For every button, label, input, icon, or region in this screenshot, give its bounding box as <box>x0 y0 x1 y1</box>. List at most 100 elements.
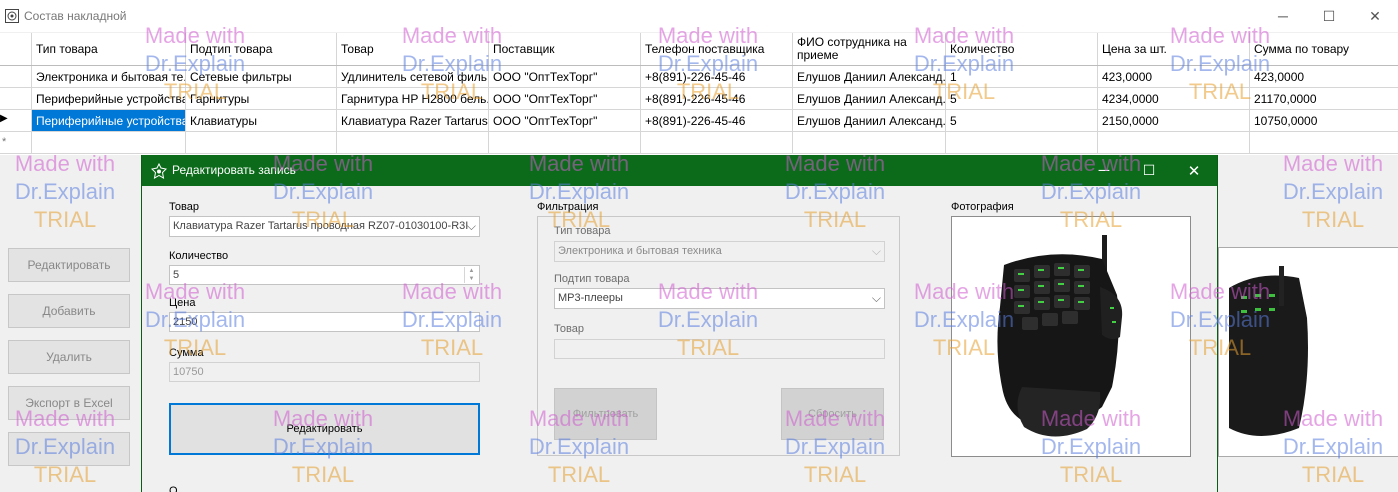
table-cell[interactable]: Клавиатуры <box>186 110 337 131</box>
column-header[interactable]: Подтип товара <box>186 33 337 65</box>
table-cell[interactable] <box>1098 132 1250 153</box>
filter-product-field[interactable] <box>554 339 885 359</box>
table-row-selected[interactable]: ▶ Периферийные устройства Клавиатуры Кла… <box>0 110 1398 132</box>
product-value: Клавиатура Razer Tartarus проводная RZ07… <box>173 220 469 232</box>
apply-filter-button[interactable]: Фильтровать <box>554 388 657 440</box>
table-cell[interactable] <box>1250 132 1398 153</box>
chevron-down-icon[interactable]: ⌵ <box>872 291 881 306</box>
table-cell[interactable]: Гарнитура HP H2800 бель... <box>337 88 489 109</box>
table-cell[interactable]: 1 <box>946 66 1098 87</box>
table-cell[interactable]: 5 <box>946 88 1098 109</box>
table-cell[interactable]: 4234,0000 <box>1098 88 1250 109</box>
table-cell[interactable] <box>337 132 489 153</box>
new-row[interactable]: * <box>0 132 1398 154</box>
table-cell[interactable] <box>946 132 1098 153</box>
table-cell[interactable]: +8(891)-226-45-46 <box>641 88 793 109</box>
table-cell[interactable]: 2150,0000 <box>1098 110 1250 131</box>
column-header[interactable]: Телефон поставщика <box>641 33 793 65</box>
spin-arrows-icon[interactable]: ▲ ▼ <box>464 267 478 283</box>
price-value: 2150 <box>173 316 198 328</box>
minimize-icon[interactable]: ─ <box>1260 0 1306 32</box>
column-header[interactable]: Количество <box>946 33 1098 65</box>
chevron-down-icon[interactable]: ⌵ <box>872 244 881 259</box>
table-cell[interactable] <box>793 132 946 153</box>
table-cell[interactable]: 21170,0000 <box>1250 88 1398 109</box>
bottom-label: О <box>169 485 178 492</box>
price-label: Цена <box>169 297 196 309</box>
row-header-corner <box>0 33 32 65</box>
table-cell[interactable]: ООО "ОптТехТорг" <box>489 66 641 87</box>
minimize-icon[interactable]: ─ <box>1081 155 1127 186</box>
column-header[interactable]: Товар <box>337 33 489 65</box>
table-cell[interactable]: Клавиатура Razer Tartarus ... <box>337 110 489 131</box>
table-row[interactable]: Периферийные устройства Гарнитуры Гарнит… <box>0 88 1398 110</box>
quantity-stepper[interactable]: 5 ▲ ▼ <box>169 265 480 285</box>
table-cell[interactable] <box>186 132 337 153</box>
edit-record-dialog[interactable]: Редактировать запись ─ ☐ ✕ Товар Клавиат… <box>141 155 1218 492</box>
sum-value: 10750 <box>173 366 204 378</box>
table-cell[interactable]: Елушов Даниил Александ... <box>793 88 946 109</box>
table-cell[interactable]: ООО "ОптТехТорг" <box>489 110 641 131</box>
table-cell[interactable] <box>641 132 793 153</box>
maximize-icon[interactable]: ☐ <box>1306 0 1352 32</box>
export-excel-button[interactable]: Экспорт в Excel <box>8 386 130 420</box>
reset-filter-button[interactable]: Сбросить <box>781 388 884 440</box>
table-cell[interactable]: Сетевые фильтры <box>186 66 337 87</box>
table-row[interactable]: Электроника и бытовая те... Сетевые филь… <box>0 66 1398 88</box>
table-cell[interactable] <box>32 132 186 153</box>
table-cell[interactable]: Электроника и бытовая те... <box>32 66 186 87</box>
column-header[interactable]: Сумма по товару <box>1250 33 1398 65</box>
background-button[interactable] <box>8 432 130 466</box>
table-cell[interactable]: Елушов Даниил Александ... <box>793 110 946 131</box>
type-combobox[interactable]: Электроника и бытовая техника ⌵ <box>554 241 885 262</box>
close-icon[interactable]: ✕ <box>1171 155 1217 186</box>
table-cell[interactable]: 423,0000 <box>1098 66 1250 87</box>
quantity-label: Количество <box>169 250 229 262</box>
background-photo-frame <box>1218 247 1398 457</box>
table-cell[interactable]: Елушов Даниил Александ... <box>793 66 946 87</box>
table-cell[interactable]: 423,0000 <box>1250 66 1398 87</box>
table-cell[interactable]: 5 <box>946 110 1098 131</box>
close-icon[interactable]: ✕ <box>1352 0 1398 32</box>
column-header[interactable]: Поставщик <box>489 33 641 65</box>
table-cell[interactable]: 10750,0000 <box>1250 110 1398 131</box>
new-row-marker: * <box>2 136 7 148</box>
table-cell[interactable]: Удлинитель сетевой филь... <box>337 66 489 87</box>
product-label: Товар <box>169 201 199 213</box>
row-header[interactable] <box>0 88 32 109</box>
current-row-icon: ▶ <box>0 113 8 124</box>
app-icon <box>5 9 19 23</box>
delete-button[interactable]: Удалить <box>8 340 130 374</box>
table-cell[interactable]: ООО "ОптТехТорг" <box>489 88 641 109</box>
maximize-icon[interactable]: ☐ <box>1126 155 1172 186</box>
column-header[interactable]: Цена за шт. <box>1098 33 1250 65</box>
edit-button[interactable]: Редактировать <box>8 248 130 282</box>
subtype-label: Подтип товара <box>554 273 630 285</box>
keyboard-photo-partial <box>1229 266 1308 436</box>
add-button[interactable]: Добавить <box>8 294 130 328</box>
column-header[interactable]: ФИО сотрудника на приеме <box>793 33 946 65</box>
type-value: Электроника и бытовая техника <box>558 245 722 257</box>
subtype-combobox[interactable]: MP3-плееры ⌵ <box>554 288 885 309</box>
table-cell[interactable]: Гарнитуры <box>186 88 337 109</box>
table-cell[interactable]: +8(891)-226-45-46 <box>641 110 793 131</box>
row-header[interactable]: * <box>0 132 32 153</box>
chevron-down-icon[interactable]: ⌵ <box>467 219 476 234</box>
price-field[interactable]: 2150 <box>169 312 480 332</box>
edit-record-button[interactable]: Редактировать <box>169 403 480 455</box>
filter-title: Фильтрация <box>537 201 602 213</box>
background-window-title: Состав накладной <box>24 9 127 23</box>
column-header[interactable]: Тип товара <box>32 33 186 65</box>
table-cell[interactable] <box>489 132 641 153</box>
grid-header: Тип товара Подтип товара Товар Поставщик… <box>0 33 1398 66</box>
table-cell[interactable]: +8(891)-226-45-46 <box>641 66 793 87</box>
table-cell-selected[interactable]: Периферийные устройства <box>32 110 186 131</box>
row-header[interactable]: ▶ <box>0 110 32 131</box>
row-header[interactable] <box>0 66 32 87</box>
table-cell[interactable]: Периферийные устройства <box>32 88 186 109</box>
dialog-app-icon <box>151 163 167 179</box>
dialog-titlebar[interactable]: Редактировать запись ─ ☐ ✕ <box>142 155 1217 186</box>
quantity-value: 5 <box>173 269 180 281</box>
invoice-grid[interactable]: Тип товара Подтип товара Товар Поставщик… <box>0 33 1398 155</box>
product-combobox[interactable]: Клавиатура Razer Tartarus проводная RZ07… <box>169 216 480 237</box>
